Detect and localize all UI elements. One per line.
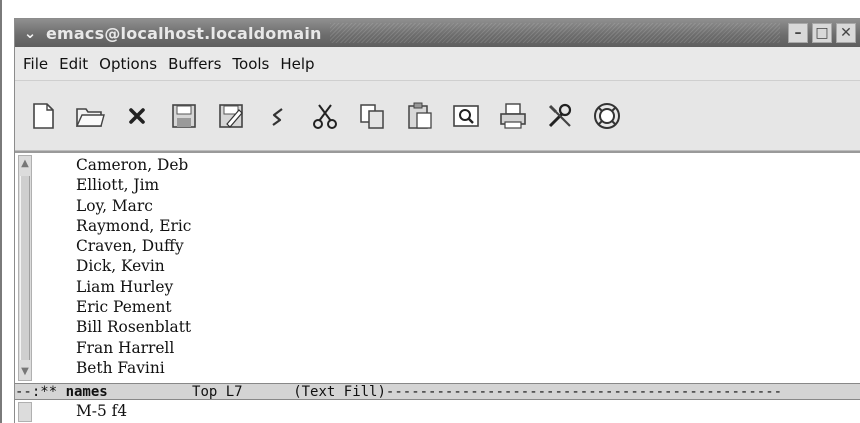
open-folder-icon[interactable] [70,96,110,136]
paste-icon[interactable] [399,96,439,136]
tool-bar [15,81,860,151]
buffer-line[interactable]: Cameron, Deb [76,155,191,175]
window-menu-chevron-icon[interactable]: ⌄ [20,23,40,43]
cut-icon[interactable] [305,96,345,136]
menu-bar: File Edit Options Buffers Tools Help [15,47,860,81]
minibuffer-text: M-5 f4 [76,402,128,420]
buffer-line[interactable]: Fran Harrell [76,338,191,358]
undo-icon[interactable] [258,96,298,136]
modeline-status: --:** [15,384,66,400]
buffer-line[interactable]: Loy, Marc [76,196,191,216]
scroll-down-arrow-icon[interactable]: ▼ [19,364,31,380]
buffer-line[interactable]: Eric Pement [76,297,191,317]
title-bar[interactable]: ⌄ emacs@localhost.localdomain – □ ✕ [15,19,860,47]
modeline-mode[interactable]: (Text Fill) [293,384,386,399]
help-icon[interactable] [587,96,627,136]
buffer-line[interactable]: Raymond, Eric [76,216,191,236]
print-icon[interactable] [493,96,533,136]
preferences-icon[interactable] [540,96,580,136]
scroll-up-arrow-icon[interactable]: ▲ [19,156,31,172]
buffer-line[interactable]: Bill Rosenblatt [76,317,191,337]
close-buffer-icon[interactable] [117,96,157,136]
desktop-frame-edge [0,0,2,423]
scrollbar-thumb[interactable] [20,176,30,360]
editor-buffer[interactable]: ▲ ▼ Cameron, Deb Elliott, Jim Loy, Marc … [15,151,860,383]
buffer-line[interactable]: Liam Hurley [76,277,191,297]
search-icon[interactable] [446,96,486,136]
mode-line[interactable]: --:** names Top L7 (Text Fill)----------… [15,383,860,400]
menu-options[interactable]: Options [97,53,159,75]
modeline-buffer-name[interactable]: names [66,384,108,399]
buffer-line[interactable]: Dick, Kevin [76,256,191,276]
modeline-fill: ----------------------------------------… [385,384,783,400]
menu-tools[interactable]: Tools [230,53,271,75]
menu-edit[interactable]: Edit [57,53,90,75]
buffer-text[interactable]: Cameron, Deb Elliott, Jim Loy, Marc Raym… [76,155,191,378]
menu-file[interactable]: File [21,53,50,75]
minibuffer[interactable]: M-5 f4 [15,400,860,423]
minibuffer-scrollbar [18,402,32,422]
maximize-icon[interactable]: □ [812,23,832,43]
buffer-line[interactable]: Elliott, Jim [76,175,191,195]
save-icon[interactable] [164,96,204,136]
close-icon[interactable]: ✕ [836,23,856,43]
modeline-position: Top L7 [192,384,243,400]
menu-buffers[interactable]: Buffers [166,53,223,75]
copy-icon[interactable] [352,96,392,136]
menu-help[interactable]: Help [278,53,316,75]
title-bar-stripes [329,23,780,43]
minimize-icon[interactable]: – [788,23,808,43]
window-title: emacs@localhost.localdomain [46,23,322,43]
save-as-icon[interactable] [211,96,251,136]
buffer-scrollbar[interactable]: ▲ ▼ [18,155,32,381]
emacs-window: ⌄ emacs@localhost.localdomain – □ ✕ File… [14,18,860,423]
buffer-line[interactable]: Craven, Duffy [76,236,191,256]
buffer-line[interactable]: Beth Favini [76,358,191,378]
new-file-icon[interactable] [23,96,63,136]
